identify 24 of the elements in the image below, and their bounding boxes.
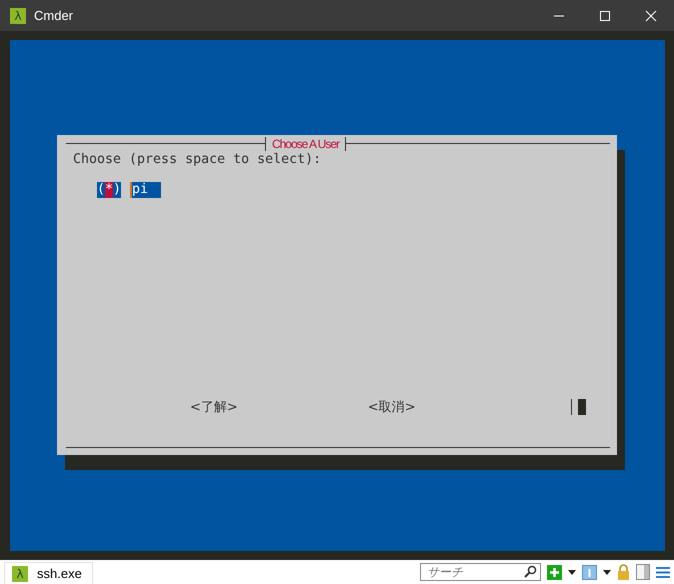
tab-label: ssh.exe — [37, 566, 82, 581]
close-icon — [645, 10, 657, 22]
console-tab[interactable]: λ ssh.exe — [4, 562, 93, 584]
split-view-icon[interactable] — [636, 564, 650, 580]
radio-option[interactable]: (*) — [97, 182, 122, 198]
window-title: Cmder — [34, 8, 74, 23]
cursor-block — [578, 399, 586, 415]
dialog-prompt: Choose (press space to select): — [72, 152, 322, 168]
caret-icon[interactable] — [568, 570, 576, 574]
search-icon — [524, 565, 537, 578]
app-icon: λ — [12, 566, 28, 582]
console-number-icon[interactable] — [582, 564, 597, 580]
option-label: pi — [130, 182, 162, 198]
menu-icon[interactable] — [656, 566, 670, 578]
text-cursor — [571, 399, 572, 415]
lock-icon[interactable] — [617, 564, 630, 580]
dialog-button[interactable]: <取消> — [368, 398, 416, 416]
dialog-title: Choose A User — [270, 136, 340, 150]
app-icon: λ — [10, 8, 26, 24]
dialog-button[interactable]: <了解> — [190, 398, 238, 416]
search-field[interactable]: サーチ — [420, 563, 541, 581]
maximize-icon — [599, 10, 611, 22]
new-console-icon[interactable] — [547, 564, 562, 580]
caret-icon[interactable] — [603, 570, 611, 574]
